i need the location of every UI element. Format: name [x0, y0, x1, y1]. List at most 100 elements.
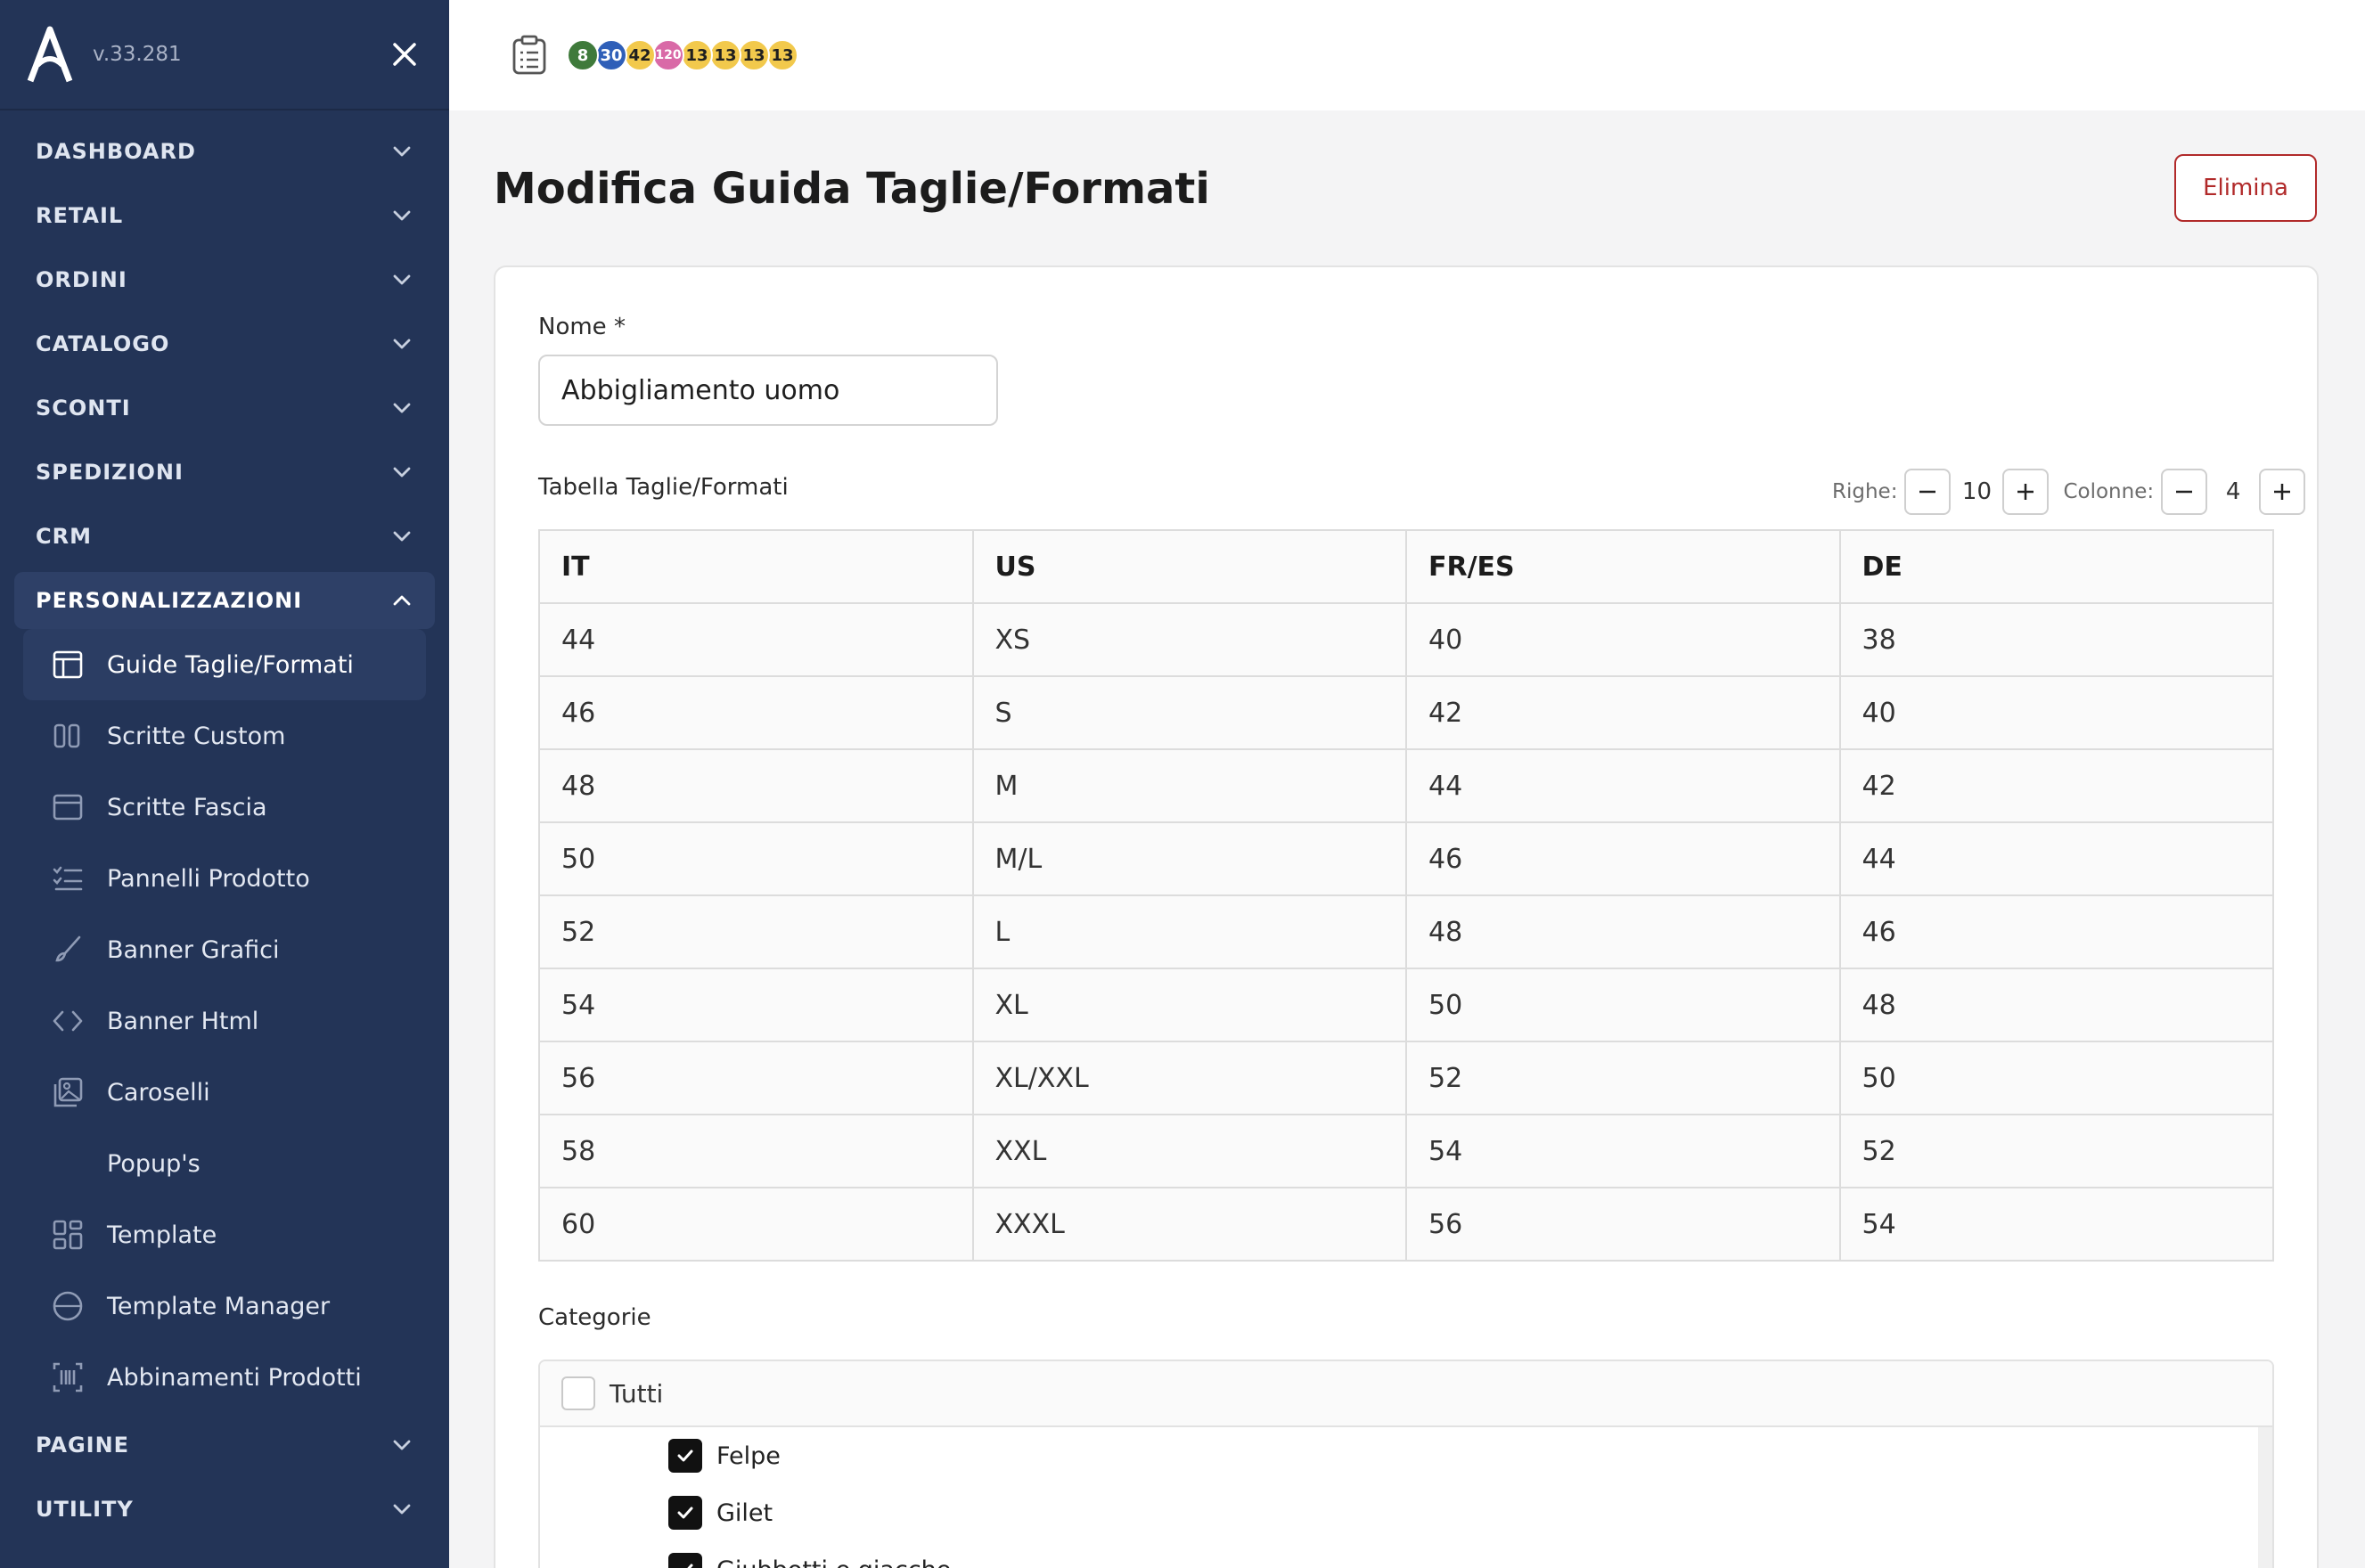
form-card: Nome * Tabella Taglie/Formati Righe: 10 … — [494, 265, 2319, 1568]
table-cell[interactable]: XS — [971, 602, 1407, 677]
table-cell[interactable]: 46 — [1405, 821, 1841, 896]
table-cell[interactable]: 44 — [1838, 821, 2274, 896]
delete-button[interactable]: Elimina — [2174, 154, 2317, 222]
columns-decrement-button[interactable] — [2161, 469, 2208, 515]
table-cell[interactable]: 40 — [1405, 602, 1841, 677]
table-cell[interactable]: M/L — [971, 821, 1407, 896]
rows-increment-button[interactable] — [2002, 469, 2050, 515]
category-all-checkbox[interactable] — [561, 1376, 595, 1410]
table-header-cell[interactable]: IT — [538, 529, 974, 604]
table-cell[interactable]: 52 — [1405, 1041, 1841, 1115]
clipboard-icon[interactable] — [511, 35, 547, 76]
sidebar-item-scritte-custom[interactable]: Scritte Custom — [0, 700, 449, 772]
notification-badge[interactable]: 30 — [595, 39, 627, 71]
chevron-down-icon — [393, 531, 411, 542]
table-cell[interactable]: 40 — [1838, 675, 2274, 750]
categories-scrollbar[interactable] — [2258, 1427, 2272, 1568]
table-cell[interactable]: 44 — [1405, 748, 1841, 823]
sidebar-section-label: UTILITY — [36, 1497, 134, 1522]
table-cell[interactable]: 52 — [538, 894, 974, 969]
sidebar-item-label: Pannelli Prodotto — [107, 864, 310, 893]
sidebar-item-label: Caroselli — [107, 1078, 210, 1107]
sidebar-item-label: Guide Taglie/Formati — [107, 650, 354, 679]
sidebar-section-retail[interactable]: RETAIL — [0, 184, 449, 248]
table-cell[interactable]: XXXL — [971, 1187, 1407, 1262]
sidebar-section-label: ORDINI — [36, 267, 127, 292]
table-cell[interactable]: 58 — [538, 1114, 974, 1188]
table-header-cell[interactable]: FR/ES — [1405, 529, 1841, 604]
sidebar-section-catalogo[interactable]: CATALOGO — [0, 312, 449, 376]
chevron-down-icon — [393, 210, 411, 221]
sidebar-section-spedizioni[interactable]: SPEDIZIONI — [0, 440, 449, 504]
table-cell[interactable]: S — [971, 675, 1407, 750]
sidebar-section-pagine[interactable]: PAGINE — [0, 1413, 449, 1477]
table-cell[interactable]: 60 — [538, 1187, 974, 1262]
sidebar-section-sconti[interactable]: SCONTI — [0, 376, 449, 440]
columns-increment-button[interactable] — [2259, 469, 2306, 515]
table-cell[interactable]: 50 — [1838, 1041, 2274, 1115]
table-cell[interactable]: 42 — [1838, 748, 2274, 823]
notification-badge[interactable]: 42 — [624, 39, 656, 71]
table-cell[interactable]: XL — [971, 968, 1407, 1042]
category-checkbox[interactable] — [668, 1496, 702, 1530]
table-cell[interactable]: 48 — [1405, 894, 1841, 969]
sidebar-item-banner-grafici[interactable]: Banner Grafici — [0, 914, 449, 985]
notification-badge[interactable]: 120 — [652, 39, 684, 71]
app-logo — [27, 26, 73, 83]
sidebar-item-scritte-fascia[interactable]: Scritte Fascia — [0, 772, 449, 843]
plus-icon — [2274, 484, 2291, 500]
table-cell[interactable]: 38 — [1838, 602, 2274, 677]
topbar: 8 30 42 120 13 13 13 13 — [449, 0, 2365, 110]
sidebar-item-guide-taglie-formati[interactable]: Guide Taglie/Formati — [23, 629, 426, 700]
table-cell[interactable]: XL/XXL — [971, 1041, 1407, 1115]
close-sidebar-button[interactable] — [387, 37, 422, 72]
table-cell[interactable]: 46 — [538, 675, 974, 750]
table-cell[interactable]: M — [971, 748, 1407, 823]
table-row: 60 XXXL 56 54 — [538, 1187, 2274, 1262]
category-item: Felpe — [540, 1427, 2272, 1484]
table-cell[interactable]: 46 — [1838, 894, 2274, 969]
chevron-up-icon — [393, 595, 411, 606]
sidebar-section-ordini[interactable]: ORDINI — [0, 248, 449, 312]
table-cell[interactable]: 50 — [538, 821, 974, 896]
rows-label: Righe: — [1832, 480, 1898, 503]
table-cell[interactable]: 52 — [1838, 1114, 2274, 1188]
sidebar-item-pannelli-prodotto[interactable]: Pannelli Prodotto — [0, 843, 449, 914]
notification-badge[interactable]: 8 — [567, 39, 599, 71]
table-cell[interactable]: 54 — [1405, 1114, 1841, 1188]
table-cell[interactable]: 50 — [1405, 968, 1841, 1042]
table-cell[interactable]: L — [971, 894, 1407, 969]
sidebar-section-personalizzazioni[interactable]: PERSONALIZZAZIONI — [14, 572, 435, 629]
sidebar-item-template[interactable]: Template — [0, 1199, 449, 1270]
name-input[interactable] — [538, 355, 998, 426]
sidebar-item-template-manager[interactable]: Template Manager — [0, 1270, 449, 1342]
table-cell[interactable]: XXL — [971, 1114, 1407, 1188]
sidebar-item-caroselli[interactable]: Caroselli — [0, 1057, 449, 1128]
table-cell[interactable]: 56 — [538, 1041, 974, 1115]
category-checkbox[interactable] — [668, 1553, 702, 1568]
categories-tree: Tutti Felpe Gilet Giubbotti e giacche — [538, 1360, 2274, 1568]
table-cell[interactable]: 42 — [1405, 675, 1841, 750]
sidebar-section-dashboard[interactable]: DASHBOARD — [0, 119, 449, 184]
notification-badge[interactable]: 13 — [681, 39, 713, 71]
notification-badge[interactable]: 13 — [766, 39, 798, 71]
table-header-cell[interactable]: US — [971, 529, 1407, 604]
sidebar-section-utility[interactable]: UTILITY — [0, 1477, 449, 1541]
sidebar-section-crm[interactable]: CRM — [0, 504, 449, 568]
sidebar-item-abbinamenti-prodotti[interactable]: Abbinamenti Prodotti — [0, 1342, 449, 1413]
notification-badge[interactable]: 13 — [738, 39, 770, 71]
table-cell[interactable]: 48 — [538, 748, 974, 823]
table-row: 56 XL/XXL 52 50 — [538, 1041, 2274, 1115]
table-cell[interactable]: 54 — [1838, 1187, 2274, 1262]
table-cell[interactable]: 44 — [538, 602, 974, 677]
rows-decrement-button[interactable] — [1904, 469, 1952, 515]
table-cell[interactable]: 56 — [1405, 1187, 1841, 1262]
notification-badge[interactable]: 13 — [709, 39, 741, 71]
table-header-row: IT US FR/ES DE — [538, 529, 2274, 604]
sidebar-item-banner-html[interactable]: Banner Html — [0, 985, 449, 1057]
table-cell[interactable]: 54 — [538, 968, 974, 1042]
table-cell[interactable]: 48 — [1838, 968, 2274, 1042]
sidebar-item-popup-s[interactable]: Popup's — [0, 1128, 449, 1199]
table-header-cell[interactable]: DE — [1838, 529, 2274, 604]
category-checkbox[interactable] — [668, 1439, 702, 1473]
